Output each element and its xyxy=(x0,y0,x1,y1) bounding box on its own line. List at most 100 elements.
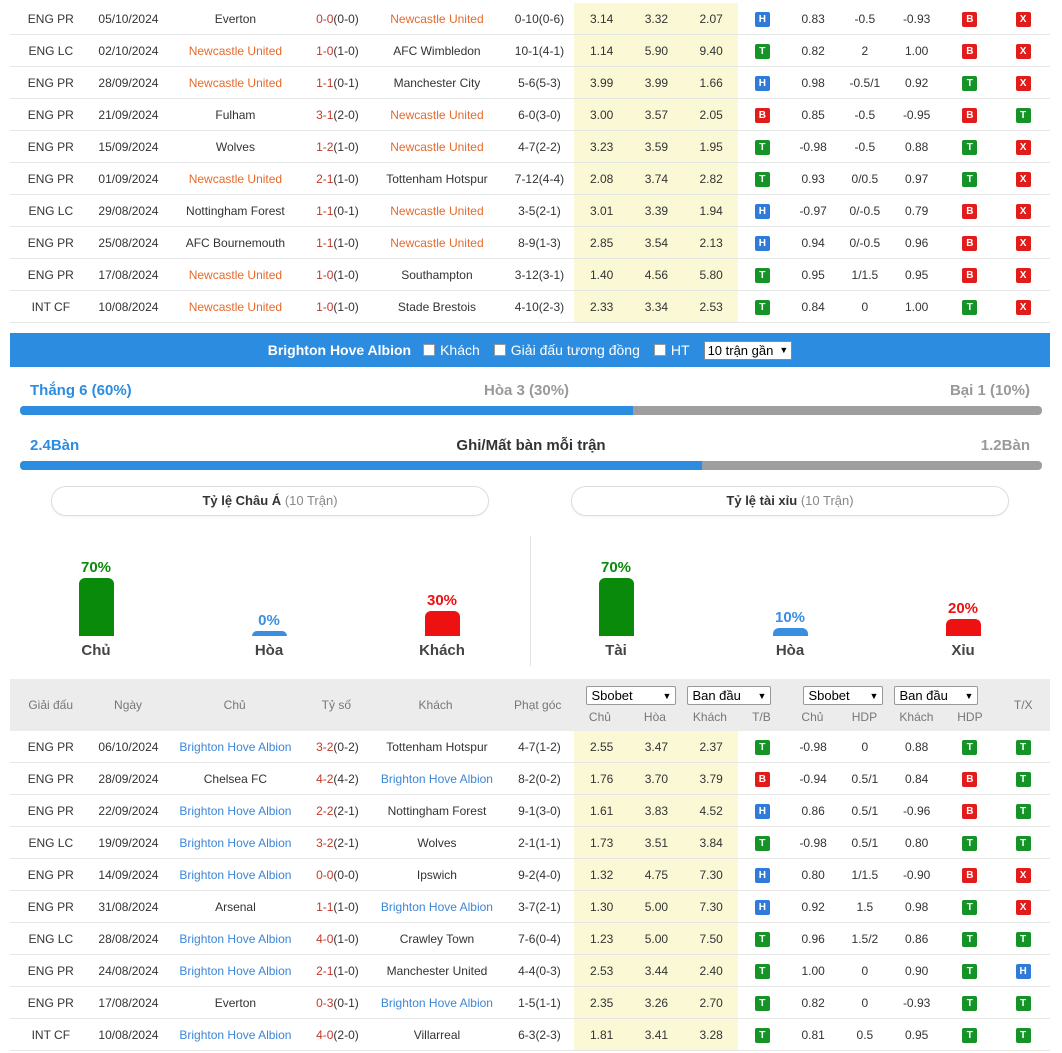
same-league-checkbox[interactable] xyxy=(493,344,506,356)
home-team-cell[interactable]: Fulham xyxy=(165,108,305,122)
score-cell[interactable]: 1-0(1-0) xyxy=(306,44,370,58)
league-cell[interactable]: ENG PR xyxy=(10,12,92,26)
table-row[interactable]: ENG PR 17/08/2024 Everton 0-3(0-1) Brighton … xyxy=(10,987,1050,1019)
score-cell[interactable]: 3-2(0-2) xyxy=(306,740,370,754)
league-cell[interactable]: ENG PR xyxy=(10,172,92,186)
home-team-cell[interactable]: Nottingham Forest xyxy=(165,204,305,218)
league-cell[interactable]: ENG PR xyxy=(10,740,92,754)
table-row[interactable]: ENG LC 02/10/2024 Newcastle United 1-0(1-0)… xyxy=(10,35,1050,67)
table-row[interactable]: ENG PR 17/08/2024 Newcastle United 1-0(1-0)… xyxy=(10,259,1050,291)
league-cell[interactable]: ENG PR xyxy=(10,900,92,914)
score-cell[interactable]: 1-1(0-1) xyxy=(306,76,370,90)
league-cell[interactable]: ENG PR xyxy=(10,996,92,1010)
score-cell[interactable]: 1-1(1-0) xyxy=(306,900,370,914)
league-cell[interactable]: ENG PR xyxy=(10,804,92,818)
score-cell[interactable]: 2-1(1-0) xyxy=(306,964,370,978)
away-team-cell[interactable]: Ipswich xyxy=(369,868,504,882)
table-row[interactable]: ENG PR 14/09/2024 Brighton Hove Albion 0-0(… xyxy=(10,859,1050,891)
league-cell[interactable]: ENG PR xyxy=(10,76,92,90)
away-team-cell[interactable]: Newcastle United xyxy=(369,140,504,154)
table-row[interactable]: ENG PR 15/09/2024 Wolves 1-2(1-0) Newcastle … xyxy=(10,131,1050,163)
league-cell[interactable]: ENG LC xyxy=(10,44,92,58)
home-team-cell[interactable]: AFC Bournemouth xyxy=(165,236,305,250)
score-cell[interactable]: 4-2(4-2) xyxy=(306,772,370,786)
score-cell[interactable]: 0-0(0-0) xyxy=(306,12,370,26)
away-team-cell[interactable]: Wolves xyxy=(369,836,504,850)
home-team-cell[interactable]: Newcastle United xyxy=(165,44,305,58)
away-team-cell[interactable]: Southampton xyxy=(369,268,504,282)
score-cell[interactable]: 1-1(0-1) xyxy=(306,204,370,218)
score-cell[interactable]: 0-0(0-0) xyxy=(306,868,370,882)
league-cell[interactable]: ENG PR xyxy=(10,868,92,882)
score-cell[interactable]: 1-1(1-0) xyxy=(306,236,370,250)
away-team-cell[interactable]: Crawley Town xyxy=(369,932,504,946)
table-row[interactable]: ENG PR 25/08/2024 AFC Bournemouth 1-1(1-0) N… xyxy=(10,227,1050,259)
match-count-select[interactable]: 10 trận gần ▼ xyxy=(703,340,793,360)
home-team-cell[interactable]: Newcastle United xyxy=(165,268,305,282)
away-team-cell[interactable]: Newcastle United xyxy=(369,204,504,218)
home-team-cell[interactable]: Brighton Hove Albion xyxy=(165,932,305,946)
score-cell[interactable]: 1-0(1-0) xyxy=(306,268,370,282)
score-cell[interactable]: 1-2(1-0) xyxy=(306,140,370,154)
home-team-cell[interactable]: Arsenal xyxy=(165,900,305,914)
table-row[interactable]: INT CF 10/08/2024 Brighton Hove Albion 4-0(… xyxy=(10,1019,1050,1051)
home-team-cell[interactable]: Everton xyxy=(165,12,305,26)
home-team-cell[interactable]: Brighton Hove Albion xyxy=(165,740,305,754)
score-cell[interactable]: 2-1(1-0) xyxy=(306,172,370,186)
home-team-cell[interactable]: Brighton Hove Albion xyxy=(165,836,305,850)
home-team-cell[interactable]: Everton xyxy=(165,996,305,1010)
table-row[interactable]: INT CF 10/08/2024 Newcastle United 1-0(1-0)… xyxy=(10,291,1050,323)
home-team-cell[interactable]: Newcastle United xyxy=(165,76,305,90)
away-team-cell[interactable]: Newcastle United xyxy=(369,12,504,26)
away-team-cell[interactable]: Brighton Hove Albion xyxy=(369,996,504,1010)
league-cell[interactable]: ENG PR xyxy=(10,772,92,786)
home-team-cell[interactable]: Brighton Hove Albion xyxy=(165,1028,305,1042)
score-cell[interactable]: 4-0(1-0) xyxy=(306,932,370,946)
home-team-cell[interactable]: Newcastle United xyxy=(165,300,305,314)
filter-ht-option[interactable]: HT xyxy=(653,342,690,358)
league-cell[interactable]: ENG PR xyxy=(10,268,92,282)
table-row[interactable]: ENG LC 19/09/2024 Brighton Hove Albion 3-2(… xyxy=(10,827,1050,859)
bookmaker-select-2[interactable]: Sbobet ▼ xyxy=(803,686,884,705)
away-checkbox[interactable] xyxy=(423,344,436,356)
league-cell[interactable]: INT CF xyxy=(10,1028,92,1042)
score-cell[interactable]: 4-0(2-0) xyxy=(306,1028,370,1042)
away-team-cell[interactable]: Brighton Hove Albion xyxy=(369,900,504,914)
table-row[interactable]: ENG PR 28/09/2024 Newcastle United 1-1(0-1)… xyxy=(10,67,1050,99)
league-cell[interactable]: ENG LC xyxy=(10,204,92,218)
away-team-cell[interactable]: Stade Brestois xyxy=(369,300,504,314)
table-row[interactable]: ENG PR 01/09/2024 Newcastle United 2-1(1-0)… xyxy=(10,163,1050,195)
away-team-cell[interactable]: Manchester United xyxy=(369,964,504,978)
table-row[interactable]: ENG PR 24/08/2024 Brighton Hove Albion 2-1(… xyxy=(10,955,1050,987)
home-team-cell[interactable]: Brighton Hove Albion xyxy=(165,964,305,978)
league-cell[interactable]: ENG PR xyxy=(10,236,92,250)
home-team-cell[interactable]: Wolves xyxy=(165,140,305,154)
score-cell[interactable]: 3-2(2-1) xyxy=(306,836,370,850)
table-row[interactable]: ENG PR 22/09/2024 Brighton Hove Albion 2-2(… xyxy=(10,795,1050,827)
table-row[interactable]: ENG PR 31/08/2024 Arsenal 1-1(1-0) Brighton … xyxy=(10,891,1050,923)
table-row[interactable]: ENG LC 29/08/2024 Nottingham Forest 1-1(0-1… xyxy=(10,195,1050,227)
away-team-cell[interactable]: Nottingham Forest xyxy=(369,804,504,818)
table-row[interactable]: ENG LC 28/08/2024 Brighton Hove Albion 4-0(… xyxy=(10,923,1050,955)
bookmaker-select-1[interactable]: Sbobet ▼ xyxy=(586,686,677,705)
score-cell[interactable]: 2-2(2-1) xyxy=(306,804,370,818)
away-team-cell[interactable]: Manchester City xyxy=(369,76,504,90)
away-team-cell[interactable]: Newcastle United xyxy=(369,108,504,122)
away-team-cell[interactable]: Brighton Hove Albion xyxy=(369,772,504,786)
league-cell[interactable]: ENG PR xyxy=(10,140,92,154)
filter-same-league-option[interactable]: Giải đấu tương đồng xyxy=(493,342,640,358)
home-team-cell[interactable]: Newcastle United xyxy=(165,172,305,186)
away-team-cell[interactable]: Newcastle United xyxy=(369,236,504,250)
league-cell[interactable]: INT CF xyxy=(10,300,92,314)
table-row[interactable]: ENG PR 06/10/2024 Brighton Hove Albion 3-2(… xyxy=(10,731,1050,763)
league-cell[interactable]: ENG LC xyxy=(10,836,92,850)
away-team-cell[interactable]: Villarreal xyxy=(369,1028,504,1042)
score-cell[interactable]: 0-3(0-1) xyxy=(306,996,370,1010)
odds-type-select-2[interactable]: Ban đầu ▼ xyxy=(894,686,979,705)
away-team-cell[interactable]: Tottenham Hotspur xyxy=(369,740,504,754)
score-cell[interactable]: 1-0(1-0) xyxy=(306,300,370,314)
away-team-cell[interactable]: Tottenham Hotspur xyxy=(369,172,504,186)
odds-type-select-1[interactable]: Ban đầu ▼ xyxy=(687,686,772,705)
league-cell[interactable]: ENG PR xyxy=(10,964,92,978)
home-team-cell[interactable]: Brighton Hove Albion xyxy=(165,868,305,882)
